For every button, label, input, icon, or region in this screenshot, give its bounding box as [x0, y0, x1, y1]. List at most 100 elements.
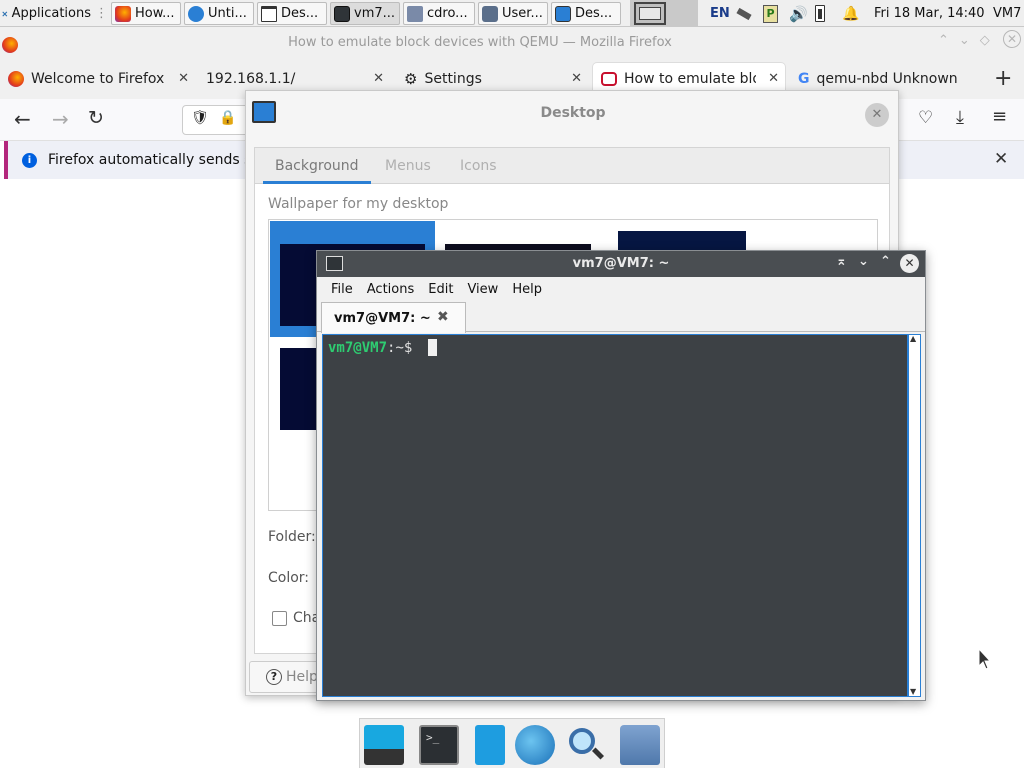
taskbar-item-users[interactable]: User...	[478, 2, 548, 25]
mouse-pointer-icon	[978, 648, 992, 670]
folder-label: Folder:	[268, 529, 316, 545]
close-tab-icon[interactable]: ✕	[373, 71, 384, 86]
menu-separator-icon: ⋮	[95, 6, 108, 21]
taskbar-item-firefox[interactable]: How...	[111, 2, 181, 25]
window-title: vm7@VM7: ~	[572, 256, 670, 271]
text-cursor	[428, 339, 437, 356]
forward-icon[interactable]: →	[52, 107, 69, 131]
window-controls[interactable]: ⌃⌄◇	[938, 33, 1000, 48]
web-browser-icon[interactable]	[515, 725, 555, 765]
tab-menus[interactable]: Menus	[373, 148, 443, 184]
clock[interactable]: Fri 18 Mar, 14:40	[874, 2, 985, 25]
menu-edit[interactable]: Edit	[421, 282, 460, 297]
taskbar-item-untitled[interactable]: Unti...	[184, 2, 254, 25]
applications-label: Applications	[11, 6, 91, 21]
download-icon[interactable]: ⤓	[956, 107, 964, 128]
roll-up-icon[interactable]: ⌅	[836, 254, 847, 269]
taskbar-item-terminal[interactable]: vm7...	[330, 2, 400, 25]
tab-label: Settings	[424, 71, 482, 87]
url-bar[interactable]: 🛡 🔒	[182, 105, 252, 135]
tab-background[interactable]: Background	[263, 148, 371, 184]
close-icon[interactable]: ✕	[1003, 30, 1021, 48]
workspace-1[interactable]	[634, 2, 666, 25]
clipboard-icon[interactable]: P	[763, 2, 778, 25]
terminal-tab[interactable]: vm7@VM7: ~ ✖	[321, 302, 466, 333]
tab-welcome[interactable]: Welcome to Firefox ✕	[0, 63, 195, 95]
close-tab-icon[interactable]: ✕	[768, 71, 779, 86]
close-icon[interactable]: ✕	[865, 103, 889, 127]
terminal-tabbar: vm7@VM7: ~ ✖	[317, 301, 925, 333]
reload-icon[interactable]: ↻	[88, 107, 104, 129]
change-checkbox[interactable]	[272, 611, 287, 626]
menu-file[interactable]: File	[324, 282, 360, 297]
menu-icon[interactable]: ≡	[992, 106, 1007, 127]
wallpaper-heading: Wallpaper for my desktop	[268, 196, 449, 212]
firefox-icon	[8, 71, 24, 87]
terminal-menubar: File Actions Edit View Help	[317, 277, 925, 301]
taskbar-item-cdrom[interactable]: cdro...	[403, 2, 475, 25]
scroll-up-icon[interactable]: ▲	[910, 334, 916, 343]
taskbar-item-label: vm7...	[354, 6, 396, 21]
close-icon[interactable]: ✕	[900, 254, 919, 273]
keyboard-layout[interactable]: EN	[710, 2, 730, 25]
dialog-title: Desktop	[540, 105, 606, 121]
shield-icon[interactable]: 🛡	[191, 110, 209, 126]
scroll-down-icon[interactable]: ▼	[910, 687, 916, 696]
terminal-window: vm7@VM7: ~ ⌅ ⌄ ⌃ ✕ File Actions Edit Vie…	[316, 250, 926, 701]
firefox-titlebar: How to emulate block devices with QEMU —…	[0, 27, 1024, 57]
google-icon: G	[798, 71, 810, 87]
scrollbar[interactable]: ▲ ▼	[908, 334, 921, 697]
terminal-icon	[334, 5, 350, 22]
firefox-icon	[115, 5, 131, 22]
tab-label: vm7@VM7: ~	[334, 310, 431, 326]
maximize-icon[interactable]: ⌃	[880, 254, 891, 269]
battery-icon[interactable]	[815, 2, 825, 25]
volume-icon[interactable]: 🔊	[789, 2, 808, 25]
close-notice-icon[interactable]: ✕	[994, 149, 1008, 169]
close-tab-icon[interactable]: ✕	[571, 71, 582, 86]
users-icon	[482, 5, 498, 22]
network-icon[interactable]	[735, 2, 755, 25]
window-title: How to emulate block devices with QEMU —…	[288, 35, 672, 50]
app-finder-icon[interactable]	[566, 725, 606, 765]
close-tab-icon[interactable]: ✕	[178, 71, 189, 86]
minimize-icon[interactable]: ⌄	[858, 254, 869, 269]
workspace-switcher[interactable]	[630, 0, 698, 27]
close-tab-icon[interactable]: ✖	[437, 309, 449, 325]
applications-menu[interactable]: Applications ⋮	[2, 2, 108, 25]
back-icon[interactable]: ←	[14, 107, 31, 131]
menu-view[interactable]: View	[460, 282, 505, 297]
help-label: Help	[286, 669, 318, 685]
taskbar-item-label: Unti...	[208, 6, 247, 21]
tab-icons[interactable]: Icons	[448, 148, 509, 184]
info-icon: i	[22, 152, 37, 168]
bottom-dock: >_	[359, 718, 665, 768]
xfce-logo-icon	[2, 11, 8, 16]
taskbar-item-desktop-settings[interactable]: Des...	[257, 2, 327, 25]
tab-label: Welcome to Firefox	[31, 71, 165, 87]
pocket-icon[interactable]: ♡	[918, 108, 933, 128]
file-manager-icon[interactable]	[475, 725, 505, 765]
notifications-icon[interactable]: 🔔	[842, 2, 859, 25]
terminal-titlebar[interactable]: vm7@VM7: ~ ⌅ ⌄ ⌃ ✕	[317, 251, 925, 277]
tab-label: How to emulate block devices with QEMU	[624, 71, 756, 87]
menu-actions[interactable]: Actions	[360, 282, 422, 297]
site-favicon-icon	[601, 72, 617, 86]
menu-help[interactable]: Help	[505, 282, 549, 297]
tab-label: 192.168.1.1/	[206, 71, 296, 87]
taskbar-item-label: cdro...	[427, 6, 468, 21]
help-button[interactable]: ? Help	[249, 661, 319, 693]
terminal-screen[interactable]: vm7@VM7:~$	[322, 334, 908, 697]
notice-text: Firefox automatically sends so	[48, 152, 260, 168]
show-desktop-icon[interactable]	[364, 725, 404, 765]
settings-tabbar: Background Menus Icons	[254, 147, 890, 184]
user-menu[interactable]: VM7	[993, 2, 1021, 25]
help-icon: ?	[266, 669, 282, 685]
folder-icon[interactable]	[620, 725, 660, 765]
terminal-icon[interactable]: >_	[419, 725, 459, 765]
new-tab-button[interactable]: +	[994, 66, 1012, 91]
window-thumbnail	[639, 7, 661, 20]
taskbar-item-desktop[interactable]: Des...	[551, 2, 621, 25]
taskbar-item-label: User...	[502, 6, 543, 21]
lock-icon[interactable]: 🔒	[219, 110, 236, 126]
